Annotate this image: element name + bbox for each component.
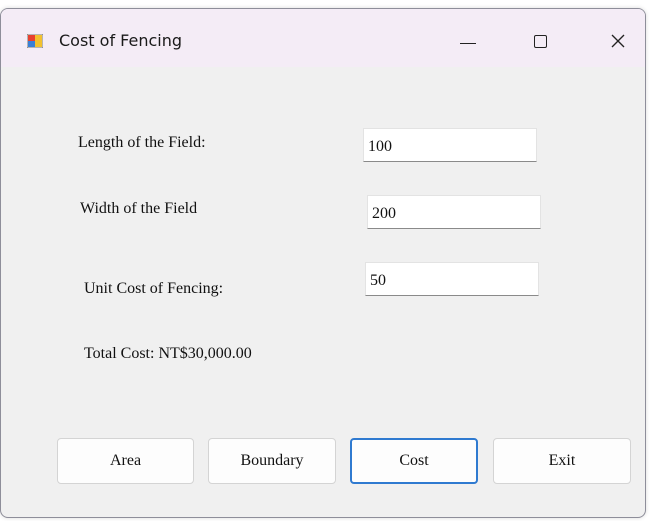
cost-button[interactable]: Cost [350,438,478,484]
total-cost-label: Total Cost: NT$30,000.00 [84,345,252,362]
app-icon [27,34,43,48]
unit-cost-input[interactable] [365,262,539,296]
area-button[interactable]: Area [57,438,194,484]
maximize-icon [533,34,547,48]
title-bar[interactable]: Cost of Fencing [1,9,645,67]
width-input[interactable] [367,195,541,229]
exit-button[interactable]: Exit [493,438,631,484]
minimize-button[interactable] [445,21,491,61]
length-label: Length of the Field: [78,134,206,151]
minimize-icon [460,42,476,44]
width-label: Width of the Field [80,200,198,217]
maximize-button[interactable] [517,21,563,61]
length-input[interactable] [363,128,537,162]
close-icon [611,34,625,48]
window-title: Cost of Fencing [59,31,183,50]
boundary-button[interactable]: Boundary [208,438,336,484]
close-button[interactable] [595,21,641,61]
app-window: Cost of Fencing Length of the Field: Wid… [0,8,646,518]
unit-cost-label: Unit Cost of Fencing: [84,280,224,297]
